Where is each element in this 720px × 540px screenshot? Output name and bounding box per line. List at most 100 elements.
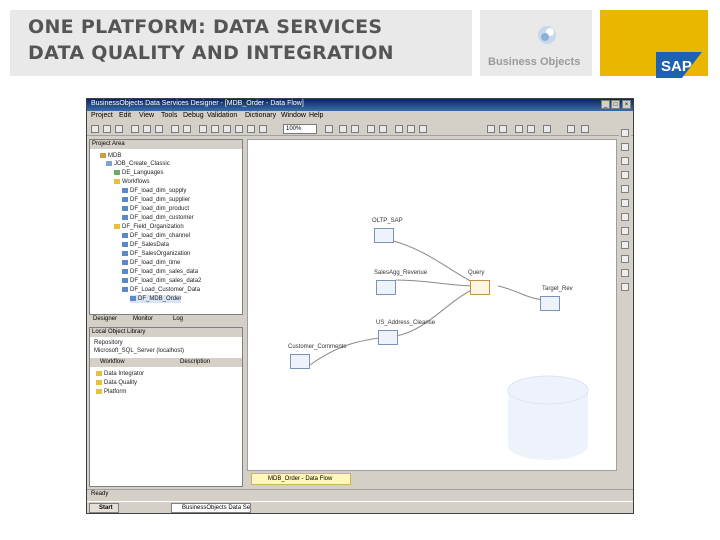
step-icon[interactable] (367, 125, 375, 133)
library-item-label: Data Quality (104, 380, 138, 386)
source-file-node-customer-comments[interactable] (290, 354, 310, 369)
column-description[interactable]: Description (180, 358, 210, 367)
tree-item[interactable]: MDB (100, 152, 121, 160)
menu-validation[interactable]: Validation (207, 112, 237, 119)
pointer-icon[interactable] (581, 125, 589, 133)
menu-dictionary[interactable]: Dictionary (245, 112, 276, 119)
zoom-in-icon[interactable] (325, 125, 333, 133)
start-button[interactable]: Start (89, 503, 119, 513)
tab-mdb-order-data-flow[interactable]: MDB_Order - Data Flow (251, 473, 351, 485)
tree-item[interactable]: DF_load_dim_time (122, 259, 180, 267)
tab-monitor[interactable]: Monitor (133, 316, 153, 322)
data-flow-canvas[interactable]: OLTP_SAP SalesAgg_Revenue Query Target_R… (247, 139, 617, 471)
library-item[interactable]: Platform (96, 388, 126, 396)
tab-designer[interactable]: Designer (93, 316, 117, 322)
source-table-node-sales-agg[interactable] (376, 280, 396, 295)
businessobjects-logo: Business Objects (480, 10, 592, 76)
library-icon[interactable] (211, 125, 219, 133)
palette-data-transport-icon[interactable] (621, 213, 629, 221)
address-cleanse-node[interactable] (378, 330, 398, 345)
validate-icon[interactable] (247, 125, 255, 133)
paste-icon[interactable] (155, 125, 163, 133)
properties-icon[interactable] (543, 125, 551, 133)
maximize-button[interactable]: □ (611, 100, 620, 109)
palette-script-icon[interactable] (621, 227, 629, 235)
tree-item[interactable]: DF_Load_Customer_Data (122, 286, 200, 294)
taskbar-app-button[interactable]: BusinessObjects Data Services (171, 503, 251, 513)
tree-item-selected[interactable]: DF_MDB_Order (130, 295, 182, 303)
palette-dataflow-icon[interactable] (621, 157, 629, 165)
save-icon[interactable] (115, 125, 123, 133)
palette-conditional-icon[interactable] (621, 241, 629, 249)
layout-icon[interactable] (515, 125, 523, 133)
project-area-icon[interactable] (199, 125, 207, 133)
menu-tools[interactable]: Tools (161, 112, 177, 119)
execute-icon[interactable] (339, 125, 347, 133)
tree-item[interactable]: DF_load_dim_product (122, 205, 189, 213)
library-item[interactable]: Data Integrator (96, 370, 144, 378)
node-label-query: Query (468, 270, 485, 276)
menu-view[interactable]: View (139, 112, 154, 119)
query-transform-node[interactable] (470, 280, 490, 295)
back-icon[interactable] (487, 125, 495, 133)
library-item[interactable]: Data Quality (96, 379, 137, 387)
target-table-node[interactable] (540, 296, 560, 311)
select-icon[interactable] (567, 125, 575, 133)
forward-icon[interactable] (499, 125, 507, 133)
tree-item[interactable]: DF_SalesOrganization (122, 250, 190, 258)
column-workflow[interactable]: Workflow (100, 358, 125, 367)
menu-help[interactable]: Help (309, 112, 323, 119)
help-icon[interactable] (419, 125, 427, 133)
sap-logo: SAP (656, 52, 702, 78)
open-icon[interactable] (103, 125, 111, 133)
copy-icon[interactable] (143, 125, 151, 133)
tree-item[interactable]: DF_load_dim_supplier (122, 196, 190, 204)
source-table-node-oltp-sap[interactable] (374, 228, 394, 243)
menu-project[interactable]: Project (91, 112, 113, 119)
repository-label: Repository (94, 340, 123, 346)
palette-pointer-icon[interactable] (621, 129, 629, 137)
node-label-target: Target_Rev (542, 286, 573, 292)
tree-item[interactable]: DE_Languages (114, 169, 163, 177)
palette-template-xml-icon[interactable] (621, 199, 629, 207)
view-data-icon[interactable] (395, 125, 403, 133)
minimize-button[interactable]: _ (601, 100, 610, 109)
tree-item[interactable]: JOB_Create_Classic (106, 160, 170, 168)
stop-icon[interactable] (379, 125, 387, 133)
tab-log[interactable]: Log (173, 316, 183, 322)
validate-all-icon[interactable] (259, 125, 267, 133)
palette-catch-icon[interactable] (621, 269, 629, 277)
tree-item[interactable]: DF_load_dim_customer (122, 214, 194, 222)
menu-edit[interactable]: Edit (119, 112, 131, 119)
cut-icon[interactable] (131, 125, 139, 133)
tree-item[interactable]: Workflows (114, 178, 150, 186)
new-icon[interactable] (91, 125, 99, 133)
variables-icon[interactable] (223, 125, 231, 133)
palette-query-icon[interactable] (621, 171, 629, 179)
debug-icon[interactable] (351, 125, 359, 133)
zoom-combo[interactable]: 100% (283, 124, 317, 134)
tree-item[interactable]: DF_Field_Organization (114, 223, 184, 231)
tree-item-label: DF_load_dim_channel (130, 233, 191, 239)
tree-item[interactable]: DF_SalesData (122, 241, 169, 249)
tree-item-label: DF_SalesOrganization (130, 251, 191, 257)
tree-item[interactable]: DF_load_dim_supply (122, 187, 186, 195)
palette-workflow-icon[interactable] (621, 143, 629, 151)
close-button[interactable]: × (622, 100, 631, 109)
compare-icon[interactable] (407, 125, 415, 133)
tree-item[interactable]: DF_load_dim_sales_data2 (122, 277, 201, 285)
refresh-icon[interactable] (527, 125, 535, 133)
undo-icon[interactable] (171, 125, 179, 133)
tree-item[interactable]: DF_load_dim_sales_data (122, 268, 198, 276)
menu-debug[interactable]: Debug (183, 112, 204, 119)
output-icon[interactable] (235, 125, 243, 133)
repository-path: Microsoft_SQL_Server (localhost) (94, 348, 185, 354)
tree-item[interactable]: DF_load_dim_channel (122, 232, 190, 240)
link-line (389, 239, 477, 285)
palette-template-table-icon[interactable] (621, 185, 629, 193)
redo-icon[interactable] (183, 125, 191, 133)
palette-annotation-icon[interactable] (621, 283, 629, 291)
menu-window[interactable]: Window (281, 112, 306, 119)
palette-try-icon[interactable] (621, 255, 629, 263)
businessobjects-logo-text: Business Objects (488, 56, 581, 68)
